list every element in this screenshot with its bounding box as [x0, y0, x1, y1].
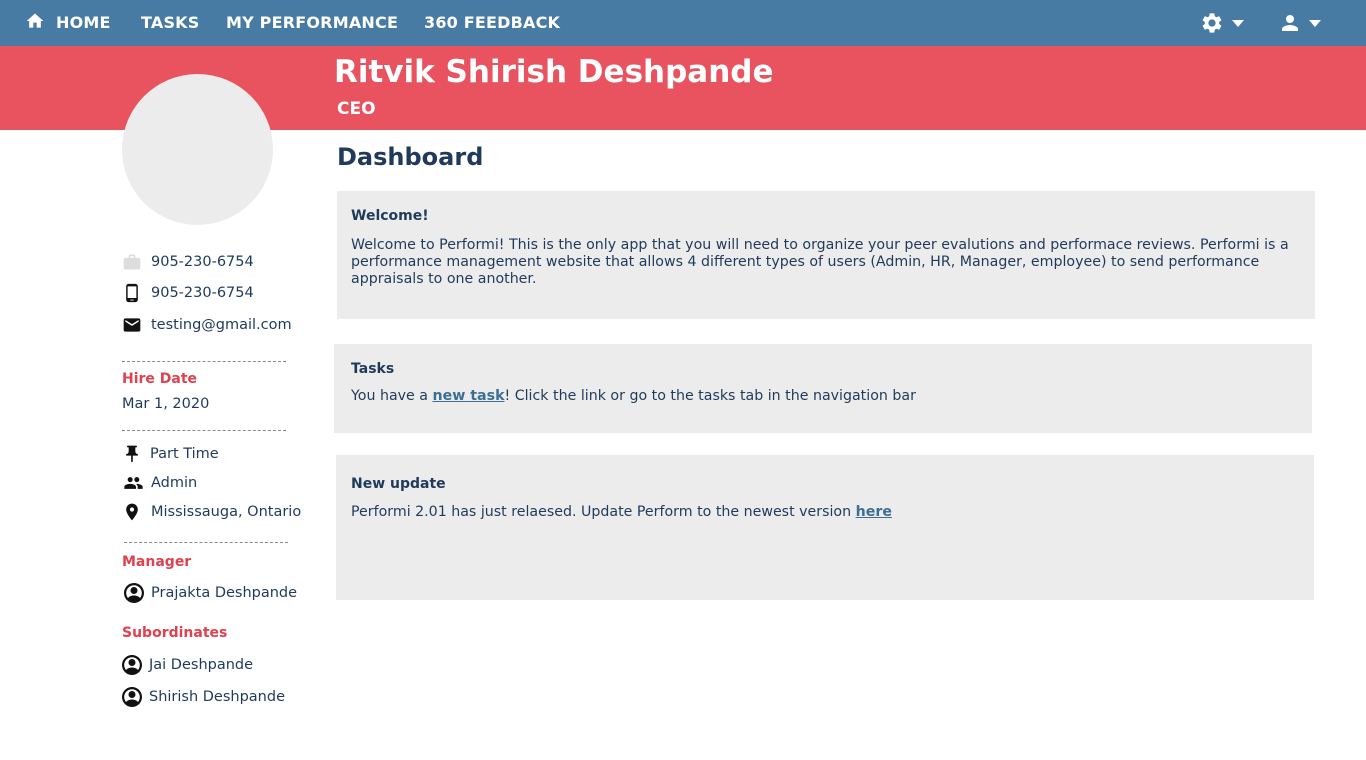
welcome-card: Welcome! Welcome to Performi! This is th… — [337, 191, 1315, 319]
page-title: Dashboard — [337, 143, 484, 171]
profile-role: CEO — [337, 99, 376, 119]
pin-icon — [126, 445, 138, 463]
email: testing@gmail.com — [151, 317, 292, 333]
nav-home[interactable]: HOME — [56, 0, 111, 46]
location-pin-icon — [126, 503, 138, 521]
update-body: Performi 2.01 has just relaesed. Update … — [351, 504, 892, 521]
location: Mississauga, Ontario — [151, 504, 302, 520]
account-circle-icon — [122, 655, 142, 675]
work-phone: 905-230-6754 — [151, 254, 254, 270]
user-icon — [1282, 15, 1298, 31]
sidebar-divider — [122, 361, 286, 362]
home-icon[interactable] — [25, 11, 45, 31]
people-icon — [124, 477, 143, 489]
chevron-down-icon — [1232, 20, 1244, 27]
tasks-text-suffix: ! Click the link or go to the tasks tab … — [504, 388, 916, 404]
sidebar-divider — [122, 430, 286, 431]
chevron-down-icon — [1309, 20, 1321, 27]
subordinate-name: Shirish Deshpande — [149, 689, 286, 705]
subordinate-item[interactable]: Jai Deshpande — [120, 654, 253, 676]
user-role: Admin — [151, 475, 198, 491]
manager-label: Manager — [122, 554, 192, 570]
update-text: Performi 2.01 has just relaesed. Update … — [351, 504, 856, 520]
tasks-body: You have a new task! Click the link or g… — [351, 388, 916, 405]
work-phone-row: 905-230-6754 — [122, 251, 254, 273]
tasks-text-prefix: You have a — [351, 388, 433, 404]
nav-tasks[interactable]: TASKS — [141, 0, 200, 46]
hire-date: Mar 1, 2020 — [122, 396, 210, 412]
mobile-phone-row: 905-230-6754 — [122, 282, 254, 304]
subordinate-item[interactable]: Shirish Deshpande — [120, 686, 285, 708]
employment-type: Part Time — [150, 446, 219, 462]
new-task-link[interactable]: new task — [433, 388, 505, 404]
user-menu[interactable] — [1278, 0, 1328, 46]
nav-my-performance[interactable]: MY PERFORMANCE — [226, 0, 398, 46]
subordinate-name: Jai Deshpande — [149, 657, 254, 673]
manager-row[interactable]: Prajakta Deshpande — [122, 582, 297, 604]
update-title: New update — [351, 476, 446, 492]
account-circle-icon — [122, 687, 142, 707]
avatar — [122, 74, 273, 225]
update-here-link[interactable]: here — [856, 504, 892, 520]
nav-360-feedback[interactable]: 360 FEEDBACK — [424, 0, 560, 46]
top-navbar: HOME TASKS MY PERFORMANCE 360 FEEDBACK — [0, 0, 1366, 46]
settings-menu[interactable] — [1200, 0, 1250, 46]
mobile-phone: 905-230-6754 — [151, 285, 254, 301]
email-row: testing@gmail.com — [122, 314, 292, 336]
sidebar-divider — [124, 542, 288, 543]
location-row: Mississauga, Ontario — [122, 501, 301, 523]
manager-name: Prajakta Deshpande — [151, 585, 298, 601]
employment-type-row: Part Time — [122, 443, 219, 465]
welcome-body: Welcome to Performi! This is the only ap… — [351, 237, 1289, 287]
tasks-card: Tasks You have a new task! Click the lin… — [334, 344, 1312, 433]
briefcase-icon — [123, 254, 141, 270]
tasks-title: Tasks — [351, 361, 395, 377]
update-card: New update Performi 2.01 has just relaes… — [336, 455, 1314, 600]
profile-name: Ritvik Shirish Deshpande — [334, 54, 774, 90]
account-circle-icon — [124, 583, 144, 603]
user-role-row: Admin — [122, 472, 197, 494]
hire-date-label: Hire Date — [122, 371, 198, 387]
subordinates-label: Subordinates — [122, 625, 228, 641]
mobile-phone-icon — [126, 283, 138, 303]
gear-icon — [1202, 13, 1222, 33]
welcome-title: Welcome! — [351, 208, 429, 224]
mail-icon — [123, 318, 141, 332]
